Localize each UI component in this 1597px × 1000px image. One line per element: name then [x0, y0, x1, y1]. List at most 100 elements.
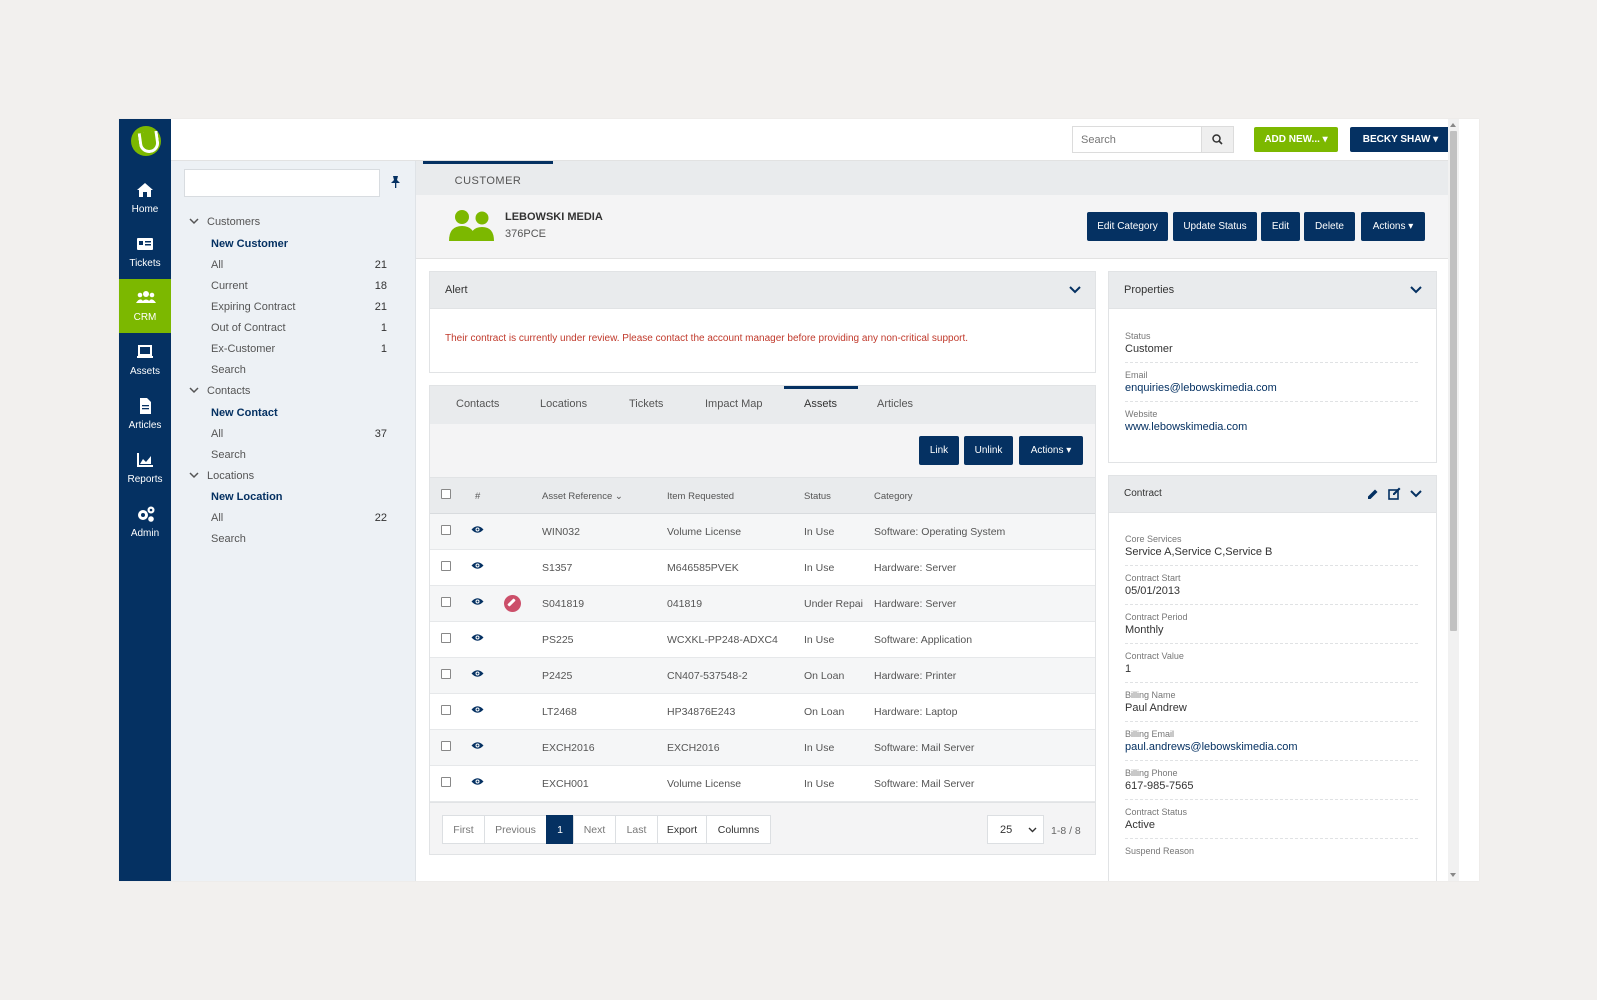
tab-articles[interactable]: Articles [877, 398, 913, 410]
website-value[interactable]: www.lebowskimedia.com [1125, 421, 1247, 433]
nav-admin[interactable]: Admin [119, 495, 171, 549]
pager-last[interactable]: Last [615, 815, 658, 844]
page-scrollbar[interactable] [1448, 119, 1459, 881]
nav-crm[interactable]: CRM [119, 279, 171, 333]
chevron-down-icon[interactable] [1410, 490, 1422, 498]
row-checkbox[interactable] [441, 669, 451, 679]
tree-customers-current[interactable]: Current 18 [211, 277, 387, 295]
col-status[interactable]: Status [804, 491, 831, 502]
row-checkbox[interactable] [441, 705, 451, 715]
eye-icon[interactable] [471, 777, 484, 786]
row-checkbox[interactable] [441, 561, 451, 571]
nav-home[interactable]: Home [119, 171, 171, 225]
export-button[interactable]: Export [657, 815, 707, 844]
actions-button[interactable]: Actions ▾ [1361, 212, 1425, 241]
scroll-up-icon[interactable] [1450, 123, 1456, 127]
contract-header[interactable]: Contract [1109, 476, 1436, 513]
row-checkbox[interactable] [441, 525, 451, 535]
col-item-requested[interactable]: Item Requested [667, 491, 734, 502]
email-value[interactable]: enquiries@lebowskimedia.com [1125, 382, 1277, 394]
col-asset-reference[interactable]: Asset Reference ⌄ [542, 491, 623, 502]
chevron-down-icon[interactable] [1410, 286, 1422, 294]
table-row[interactable]: PS225 WCXKL-PP248-ADXC4 In Use Software: Ap… [430, 622, 1095, 658]
billing-email-value[interactable]: paul.andrews@lebowskimedia.com [1125, 741, 1298, 753]
pager-previous[interactable]: Previous [484, 815, 547, 844]
properties-header[interactable]: Properties [1109, 272, 1436, 309]
link-button[interactable]: Link [919, 436, 959, 465]
edit-category-button[interactable]: Edit Category [1087, 212, 1168, 241]
col-category[interactable]: Category [874, 491, 913, 502]
page-size-select[interactable]: 25 [987, 815, 1044, 844]
eye-icon[interactable] [471, 633, 484, 642]
tree-new-contact[interactable]: New Contact [211, 404, 387, 422]
user-menu-button[interactable]: BECKY SHAW ▾ [1350, 127, 1451, 152]
repair-badge-icon[interactable] [504, 595, 521, 612]
eye-icon[interactable] [471, 561, 484, 570]
eye-icon[interactable] [471, 669, 484, 678]
nav-assets[interactable]: Assets [119, 333, 171, 387]
tree-section-customers[interactable]: Customers [189, 213, 260, 231]
pager-current-page[interactable]: 1 [546, 815, 574, 844]
contract-value-label: Contract Value [1125, 651, 1184, 661]
columns-button[interactable]: Columns [706, 815, 771, 844]
global-search-input[interactable] [1073, 127, 1201, 152]
row-checkbox[interactable] [441, 777, 451, 787]
row-checkbox[interactable] [441, 741, 451, 751]
alert-panel-header[interactable]: Alert [430, 272, 1095, 309]
row-checkbox[interactable] [441, 597, 451, 607]
edit-icon[interactable] [1388, 487, 1402, 500]
unlink-button[interactable]: Unlink [964, 436, 1013, 465]
table-row[interactable]: S1357 M646585PVEK In Use Hardware: Server [430, 550, 1095, 586]
tab-tickets[interactable]: Tickets [629, 398, 663, 410]
eye-icon[interactable] [471, 705, 484, 714]
select-all-checkbox[interactable] [441, 489, 451, 499]
tab-impact-map[interactable]: Impact Map [705, 398, 762, 410]
tree-customers-out-of-contract[interactable]: Out of Contract 1 [211, 319, 387, 337]
pin-icon[interactable] [390, 175, 401, 188]
cell-category: Software: Mail Server [874, 778, 975, 790]
row-checkbox[interactable] [441, 633, 451, 643]
table-row[interactable]: EXCH2016 EXCH2016 In Use Software: Mail Ser… [430, 730, 1095, 766]
tab-assets[interactable]: Assets [804, 398, 837, 410]
table-row[interactable]: WIN032 Volume License In Use Software: Oper… [430, 514, 1095, 550]
table-row[interactable]: EXCH001 Volume License In Use Software: Mai… [430, 766, 1095, 802]
tree-customers-expiring[interactable]: Expiring Contract 21 [211, 298, 387, 316]
tree-customers-search[interactable]: Search [211, 361, 387, 379]
table-row[interactable]: S041819 041819 Under Repai Hardware: Server [430, 586, 1095, 622]
scroll-thumb[interactable] [1450, 131, 1457, 631]
add-new-button[interactable]: ADD NEW... ▾ [1254, 127, 1338, 152]
tree-section-contacts[interactable]: Contacts [189, 382, 250, 400]
tree-locations-all[interactable]: All 22 [211, 509, 387, 527]
tree-customers-all[interactable]: All 21 [211, 256, 387, 274]
tab-locations[interactable]: Locations [540, 398, 587, 410]
table-row[interactable]: LT2468 HP34876E243 On Loan Hardware: Laptop [430, 694, 1095, 730]
delete-button[interactable]: Delete [1304, 212, 1355, 241]
chevron-down-icon[interactable] [1069, 286, 1081, 294]
update-status-button[interactable]: Update Status [1173, 212, 1257, 241]
nav-articles[interactable]: Articles [119, 387, 171, 441]
eye-icon[interactable] [471, 525, 484, 534]
pager-next[interactable]: Next [573, 815, 616, 844]
tab-customer[interactable]: CUSTOMER [423, 161, 553, 195]
tree-new-location[interactable]: New Location [211, 488, 387, 506]
nav-reports[interactable]: Reports [119, 441, 171, 495]
tree-customers-ex[interactable]: Ex-Customer 1 [211, 340, 387, 358]
tab-contacts[interactable]: Contacts [456, 398, 499, 410]
nav-tickets[interactable]: Tickets [119, 225, 171, 279]
app-logo[interactable] [131, 126, 161, 156]
eye-icon[interactable] [471, 597, 484, 606]
eye-icon[interactable] [471, 741, 484, 750]
scroll-down-icon[interactable] [1450, 873, 1456, 877]
pencil-icon[interactable] [1367, 488, 1379, 500]
table-row[interactable]: P2425 CN407-537548-2 On Loan Hardware: Prin… [430, 658, 1095, 694]
tree-filter-input[interactable] [184, 169, 380, 197]
search-button[interactable] [1201, 127, 1233, 152]
tree-locations-search[interactable]: Search [211, 530, 387, 548]
tree-section-locations[interactable]: Locations [189, 467, 254, 485]
tree-contacts-all[interactable]: All 37 [211, 425, 387, 443]
edit-button[interactable]: Edit [1261, 212, 1300, 241]
asset-actions-button[interactable]: Actions ▾ [1019, 436, 1083, 465]
tree-new-customer[interactable]: New Customer [211, 235, 387, 253]
tree-contacts-search[interactable]: Search [211, 446, 387, 464]
pager-first[interactable]: First [442, 815, 485, 844]
